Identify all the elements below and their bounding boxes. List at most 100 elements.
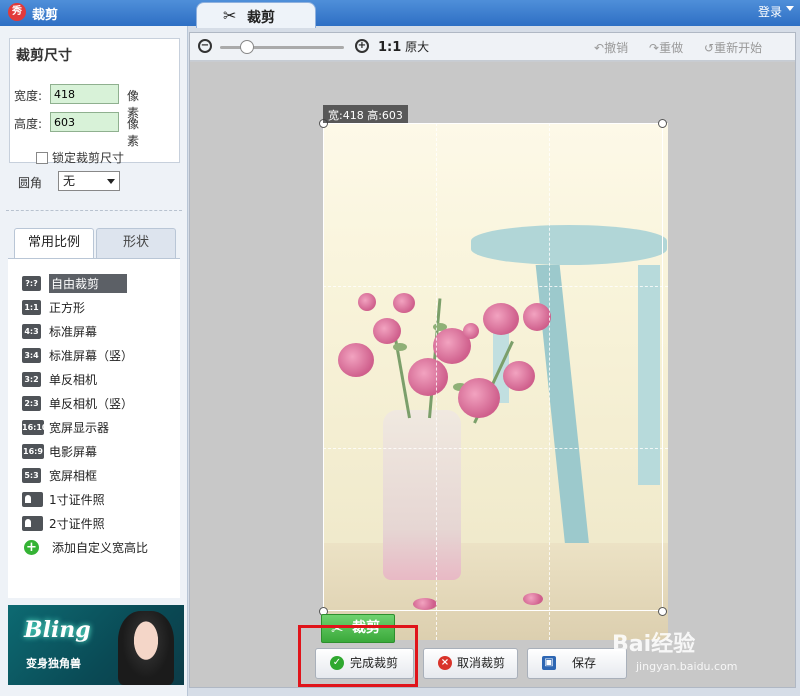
cancel-crop-button[interactable]: × 取消裁剪 (423, 648, 518, 679)
ratio-label: 单反相机（竖） (49, 396, 134, 411)
zoom-slider-thumb[interactable] (240, 40, 255, 54)
canvas-area: 宽:418 高:603 ✂ 裁剪 (190, 62, 795, 687)
redo-label: 重做 (659, 41, 684, 55)
width-label: 宽度: (14, 89, 43, 103)
cancel-crop-label: 取消裁剪 (457, 656, 506, 670)
ratio-item-id-2[interactable]: 2寸证件照 (22, 513, 105, 533)
tab-shape[interactable]: 形状 (96, 228, 176, 258)
ratio-item-id-1[interactable]: 1寸证件照 (22, 489, 105, 509)
crop-size-panel: 裁剪尺寸 宽度: 像素 高度: 像素 锁定裁剪尺寸 (9, 38, 180, 166)
highlight-box (298, 625, 418, 687)
watermark-logo: Bai经验 (612, 632, 696, 657)
ratio-label: 1寸证件照 (49, 492, 105, 507)
ratio-item-1-1[interactable]: 1:1 正方形 (22, 297, 85, 317)
width-input[interactable] (50, 84, 119, 104)
scissors-icon: ✂ (223, 6, 237, 25)
height-label: 高度: (14, 117, 43, 131)
redo-button[interactable]: ↷重做 (649, 39, 683, 56)
original-size-button[interactable]: 1:1 原大 (378, 38, 429, 55)
ratio-label: 标准屏幕 (49, 324, 98, 339)
watermark-url: jingyan.baidu.com (636, 660, 738, 673)
ratio-label: 正方形 (49, 300, 86, 315)
main-panel: − + 1:1 原大 ↶撤销 ↷重做 ↺重新开始 宽:418 高:603 ✂ 裁… (189, 32, 796, 688)
ratio-label: 添加自定义宽高比 (52, 540, 149, 555)
ratio-label: 电影屏幕 (49, 444, 98, 459)
restart-label: 重新开始 (714, 41, 763, 55)
id-photo-icon (22, 515, 43, 531)
ratio-label: 宽屏显示器 (49, 420, 110, 435)
ratio-4-3-icon: 4:3 (22, 323, 41, 339)
ratio-item-16-10[interactable]: 16:10 宽屏显示器 (22, 417, 109, 437)
ratio-16-9-icon: 16:9 (22, 443, 44, 459)
ratio-list: ?:? 自由裁剪 1:1 正方形 4:3 标准屏幕 3:4 标准屏幕（竖） 3:… (8, 258, 180, 598)
checkbox-icon[interactable] (36, 152, 48, 164)
undo-icon: ↶ (594, 41, 605, 55)
ratio-item-add-custom[interactable]: + 添加自定义宽高比 (22, 537, 148, 557)
redo-icon: ↷ (649, 41, 660, 55)
ratio-item-3-2[interactable]: 3:2 单反相机 (22, 369, 97, 389)
width-row: 宽度: 像素 (14, 84, 139, 120)
app-logo-icon: 秀 (8, 3, 26, 21)
app-title: 裁剪 (32, 8, 59, 23)
chevron-down-icon[interactable] (786, 6, 794, 11)
id-photo-icon (22, 491, 43, 507)
ratio-free-icon: ?:? (22, 275, 41, 291)
zoom-slider[interactable] (220, 46, 344, 49)
undo-label: 撤销 (604, 41, 629, 55)
save-icon: ▣ (542, 656, 556, 670)
ratio-label: 2寸证件照 (49, 516, 105, 531)
ratio-1-1-icon: 1:1 (22, 299, 41, 315)
ratio-item-16-9[interactable]: 16:9 电影屏幕 (22, 441, 97, 461)
ratio-label: 宽屏相框 (49, 468, 98, 483)
crop-frame[interactable] (323, 123, 663, 611)
title-bar: 秀 裁剪 ✂ 裁剪 登录 (0, 0, 800, 28)
undo-button[interactable]: ↶撤销 (594, 39, 628, 56)
corner-select[interactable]: 无 (58, 171, 120, 191)
ratio-2-3-icon: 2:3 (22, 395, 41, 411)
login-link[interactable]: 登录 (758, 3, 782, 20)
ratio-label: 单反相机 (49, 372, 98, 387)
add-icon: + (24, 539, 39, 555)
crop-handle-bottom-right[interactable] (658, 607, 667, 616)
banner-title: Bling (24, 617, 91, 643)
tab-crop[interactable]: ✂ 裁剪 (196, 2, 316, 28)
ratio-label: 自由裁剪 (49, 273, 128, 293)
height-input[interactable] (50, 112, 119, 132)
banner-portrait (118, 611, 174, 685)
zoom-out-icon[interactable]: − (198, 39, 212, 53)
crop-handle-top-right[interactable] (658, 119, 667, 128)
lock-size-label: 锁定裁剪尺寸 (52, 151, 125, 165)
ratio-3-2-icon: 3:2 (22, 371, 41, 387)
ratio-item-5-3[interactable]: 5:3 宽屏相框 (22, 465, 97, 485)
original-size-label: 原大 (405, 40, 430, 54)
ratio-prefix: 1:1 (378, 40, 402, 55)
restart-button[interactable]: ↺重新开始 (704, 39, 762, 56)
ratio-item-free[interactable]: ?:? 自由裁剪 (22, 273, 128, 293)
chevron-down-icon (107, 179, 115, 184)
ratio-5-3-icon: 5:3 (22, 467, 41, 483)
close-icon: × (438, 656, 452, 670)
corner-label: 圆角 (18, 176, 43, 190)
divider (6, 210, 182, 211)
ratio-item-2-3[interactable]: 2:3 单反相机（竖） (22, 393, 133, 413)
crop-size-label: 宽:418 高:603 (323, 105, 408, 123)
height-row: 高度: 像素 (14, 112, 139, 148)
ratio-16-10-icon: 16:10 (22, 419, 47, 435)
lock-size-checkbox[interactable]: 锁定裁剪尺寸 (36, 149, 124, 166)
toolbar: − + 1:1 原大 ↶撤销 ↷重做 ↺重新开始 (190, 33, 795, 61)
corner-select-value: 无 (63, 174, 76, 188)
crop-size-title: 裁剪尺寸 (16, 48, 72, 64)
zoom-in-icon[interactable]: + (355, 39, 369, 53)
sidebar: 裁剪尺寸 宽度: 像素 高度: 像素 锁定裁剪尺寸 圆角 无 常用比例 形状 ?… (0, 26, 188, 696)
ratio-item-3-4[interactable]: 3:4 标准屏幕（竖） (22, 345, 133, 365)
save-label: 保存 (572, 656, 597, 670)
ratio-item-4-3[interactable]: 4:3 标准屏幕 (22, 321, 97, 341)
banner-subtitle: 变身独角兽 (26, 657, 81, 670)
tab-crop-label: 裁剪 (247, 10, 275, 26)
ratio-label: 标准屏幕（竖） (49, 348, 134, 363)
tab-common-ratio[interactable]: 常用比例 (14, 228, 94, 258)
height-unit: 像素 (127, 117, 140, 148)
promo-banner[interactable]: Bling 变身独角兽 (8, 605, 184, 685)
ratio-3-4-icon: 3:4 (22, 347, 41, 363)
restart-icon: ↺ (704, 41, 715, 55)
